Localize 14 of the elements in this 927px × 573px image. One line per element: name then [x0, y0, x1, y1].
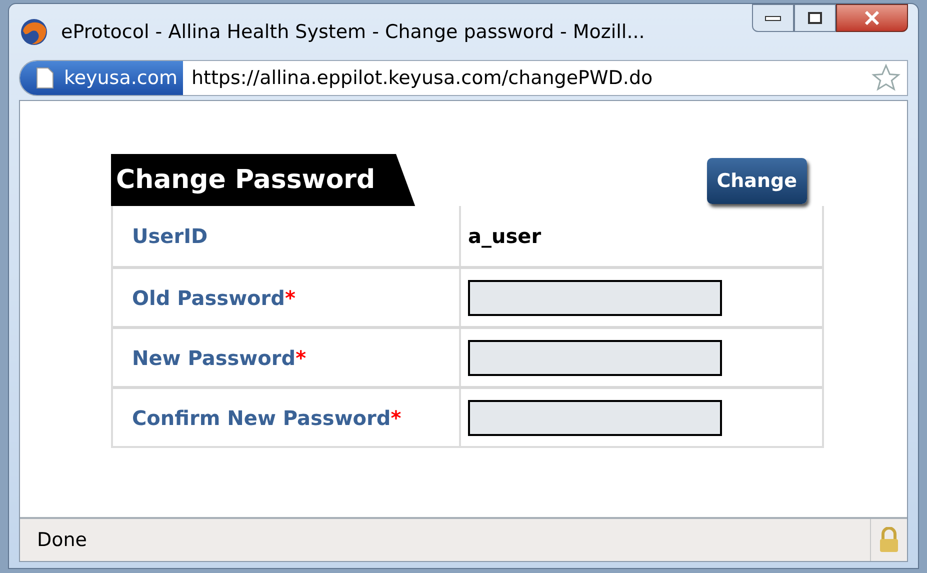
field-label: Confirm New Password — [132, 404, 391, 432]
field-label: UserID — [132, 223, 208, 250]
required-mark: * — [284, 284, 296, 312]
status-text: Done — [37, 528, 87, 553]
required-mark: * — [390, 404, 402, 432]
field-label: New Password — [132, 344, 296, 372]
required-mark: * — [296, 344, 306, 372]
site-identity-badge[interactable]: keyusa.com — [20, 61, 184, 95]
field-label: Old Password — [132, 284, 285, 312]
user-id-value: a_user — [468, 223, 542, 250]
url-text: https://allina.eppilot.keyusa.com/changePWD.do — [191, 66, 653, 91]
address-bar[interactable]: keyusa.com https://allina.eppilot.keyusa.com/changePWD.do — [19, 60, 908, 96]
window-title: eProtocol - Allina Health System - Change password - Mozill... — [61, 20, 645, 45]
change-button[interactable]: Change — [706, 158, 807, 204]
